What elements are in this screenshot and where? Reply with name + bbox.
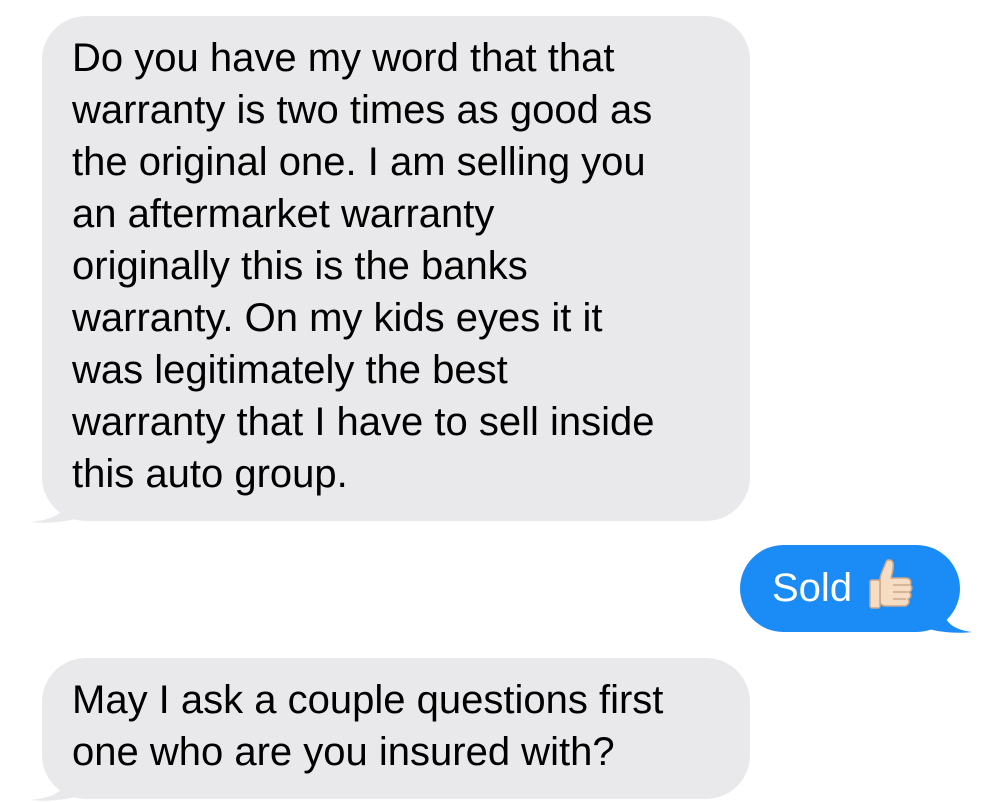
message-thread: Do you have my word that that warranty i…	[0, 0, 1000, 801]
message-text: Sold	[772, 566, 853, 610]
thumbs-up-emoji-icon	[866, 558, 916, 614]
outgoing-message-bubble[interactable]: Sold	[740, 545, 960, 632]
message-text: May I ask a couple questions first one w…	[72, 678, 664, 774]
incoming-message-bubble[interactable]: Do you have my word that that warranty i…	[42, 16, 750, 521]
incoming-message-bubble[interactable]: May I ask a couple questions first one w…	[42, 658, 750, 799]
message-text: Do you have my word that that warranty i…	[72, 36, 655, 496]
